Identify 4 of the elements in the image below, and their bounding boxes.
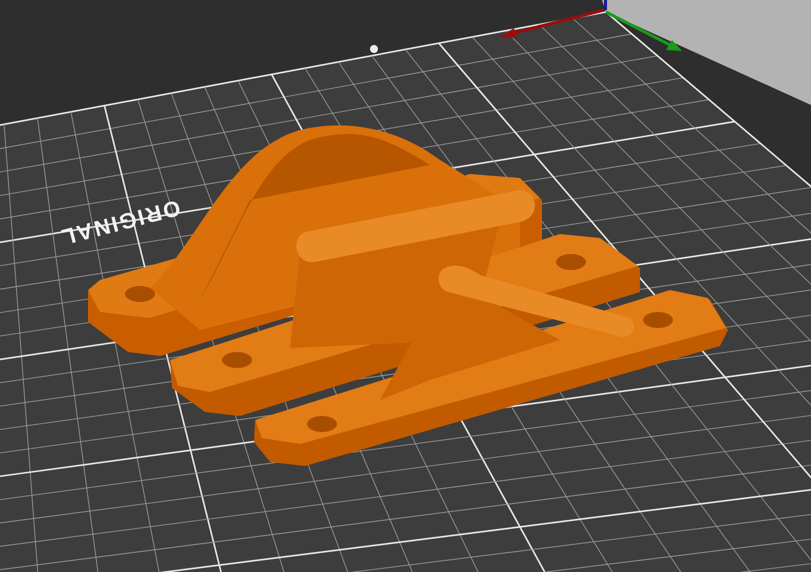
bed-hole-icon xyxy=(370,45,378,53)
y-axis-arrow-icon xyxy=(605,10,682,51)
x-axis-arrow-icon xyxy=(500,8,604,38)
z-axis-icon xyxy=(604,0,607,10)
